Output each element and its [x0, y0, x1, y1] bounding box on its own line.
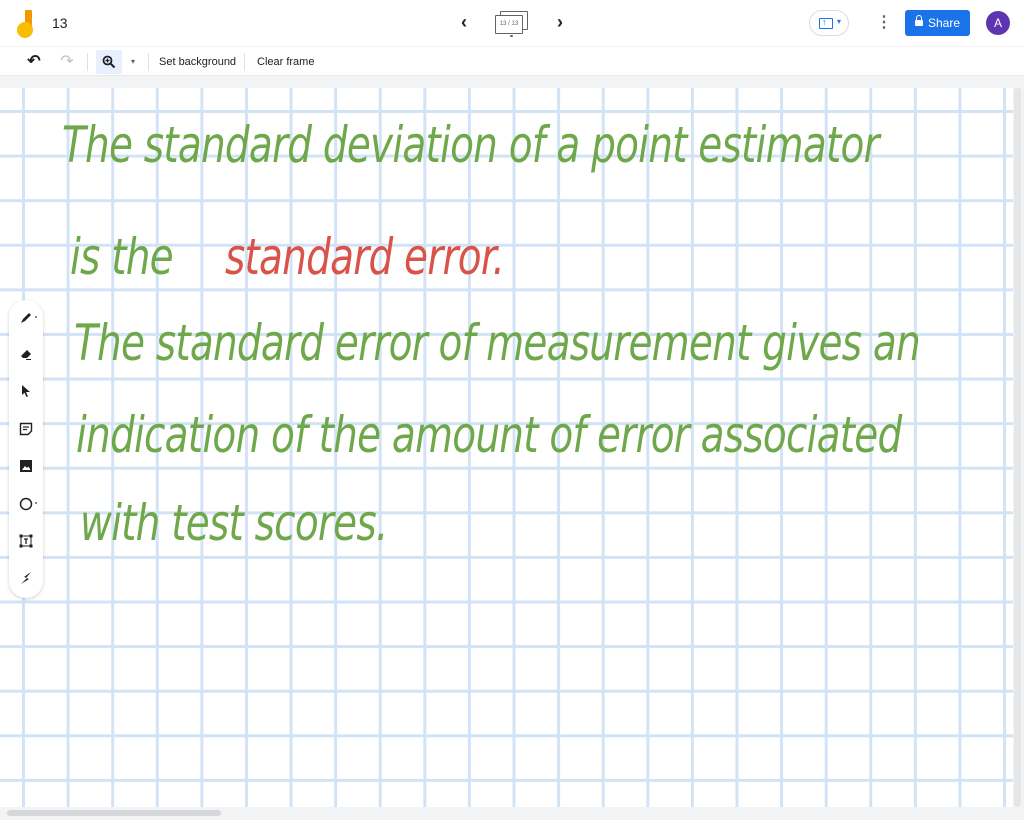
image-tool[interactable] — [16, 456, 36, 476]
horizontal-scroll-track — [0, 807, 1024, 820]
laser-tool[interactable] — [16, 568, 36, 588]
toolbar-divider — [87, 53, 88, 71]
account-avatar[interactable]: A — [986, 11, 1010, 35]
zoom-in-icon — [102, 55, 116, 69]
caret-down-icon: ▾ — [130, 57, 135, 66]
toolbar-divider — [148, 53, 149, 71]
chevron-right-icon: › — [557, 12, 563, 32]
jamboard-logo-icon — [16, 10, 38, 38]
vertical-scrollbar[interactable] — [1014, 88, 1021, 807]
sticky-note-tool[interactable] — [16, 419, 36, 439]
ink-line-1: The standard deviation of a point estima… — [62, 116, 880, 174]
pen-tool[interactable] — [16, 308, 37, 328]
redo-button[interactable]: ↷ — [57, 50, 77, 74]
shape-tool[interactable] — [16, 494, 37, 514]
caret-down-icon: ▾ — [837, 17, 842, 26]
redo-icon: ↷ — [60, 53, 74, 70]
more-options-button[interactable]: ⋮ — [876, 12, 892, 34]
pen-icon — [21, 313, 31, 323]
select-tool[interactable] — [16, 381, 36, 401]
cursor-icon — [22, 385, 30, 397]
ink-line-2a: is the — [70, 228, 174, 286]
previous-frame-button[interactable]: ‹ — [453, 12, 475, 34]
frame-counter: 13 / 13 — [495, 15, 523, 34]
eraser-tool[interactable] — [16, 344, 36, 364]
present-button[interactable]: ↑ ▾ — [809, 10, 849, 36]
set-background-button[interactable]: Set background — [159, 50, 236, 74]
chevron-left-icon: ‹ — [461, 12, 467, 32]
ink-line-5: with test scores. — [80, 494, 388, 552]
image-icon — [20, 460, 32, 472]
edit-toolbar: ↶ ↷ ▾ Set background Clear frame — [0, 46, 1024, 76]
undo-button[interactable]: ↶ — [24, 50, 44, 74]
drawing-tools-panel — [9, 300, 43, 598]
frame-bar-toggle-button[interactable]: 13 / 13 — [494, 11, 530, 37]
undo-icon: ↶ — [27, 53, 41, 70]
more-vert-icon: ⋮ — [876, 14, 892, 31]
eraser-icon — [21, 350, 31, 360]
ink-line-3: The standard error of measurement gives … — [74, 314, 921, 372]
clear-frame-button[interactable]: Clear frame — [257, 50, 314, 74]
zoom-options-button[interactable]: ▾ — [128, 50, 138, 74]
ink-line-2b-highlight: standard error. — [225, 228, 505, 286]
sticky-note-icon — [19, 422, 33, 436]
jam-title[interactable]: 13 — [52, 15, 68, 31]
share-label: Share — [927, 16, 961, 30]
top-bar: 13 ‹ 13 / 13 › ↑ ▾ ⋮ Share A — [0, 0, 1024, 46]
lock-icon — [914, 15, 923, 27]
zoom-button[interactable] — [96, 50, 122, 74]
text-box-tool[interactable] — [16, 531, 36, 551]
circle-icon — [19, 497, 33, 511]
share-button[interactable]: Share — [905, 10, 970, 36]
next-frame-button[interactable]: › — [549, 12, 571, 34]
ink-line-4: indication of the amount of error associ… — [76, 406, 902, 464]
text-box-icon — [19, 534, 33, 548]
whiteboard-canvas[interactable]: The standard deviation of a point estima… — [0, 88, 1013, 807]
laser-icon — [21, 572, 31, 584]
toolbar-divider — [244, 53, 245, 71]
horizontal-scrollbar[interactable] — [7, 810, 221, 816]
canvas-area: The standard deviation of a point estima… — [0, 76, 1024, 820]
